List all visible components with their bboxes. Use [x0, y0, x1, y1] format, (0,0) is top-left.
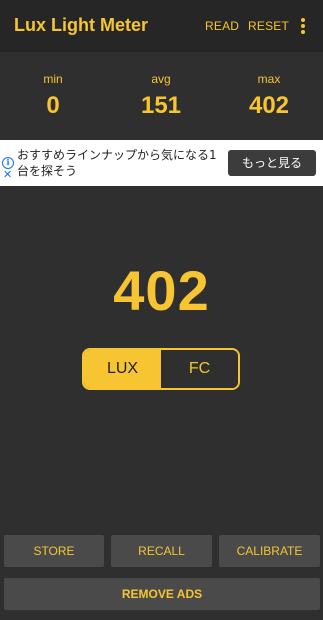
stat-avg-label: avg: [151, 72, 171, 86]
stat-max-label: max: [257, 72, 281, 86]
stat-min-value: 0: [46, 92, 60, 119]
stat-min: min 0: [23, 72, 83, 120]
unit-toggle: LUX FC: [82, 348, 240, 390]
lux-reading: 402: [113, 259, 210, 322]
unit-lux-button[interactable]: LUX: [84, 350, 161, 388]
stat-avg-value: 151: [140, 92, 182, 119]
ad-more-button[interactable]: もっと見る: [228, 150, 316, 176]
more-options-icon[interactable]: [296, 16, 310, 36]
stat-min-label: min: [43, 72, 63, 86]
stat-max: max 402: [239, 72, 299, 120]
ad-text[interactable]: おすすめラインナップから気になる1台を探そう: [17, 147, 222, 179]
close-icon[interactable]: ✕: [3, 170, 12, 181]
calibrate-button[interactable]: CALIBRATE: [219, 535, 320, 567]
store-button[interactable]: STORE: [4, 535, 104, 567]
info-icon[interactable]: i: [2, 157, 14, 169]
remove-ads-button[interactable]: REMOVE ADS: [4, 578, 320, 610]
stat-max-value: 402: [248, 92, 290, 119]
stats-panel: min 0 avg 151 max 402: [0, 52, 323, 140]
unit-fc-button[interactable]: FC: [161, 350, 238, 388]
reset-button[interactable]: RESET: [248, 19, 289, 33]
ad-banner[interactable]: i ✕ おすすめラインナップから気になる1台を探そう もっと見る: [0, 140, 323, 186]
stat-avg: avg 151: [131, 72, 191, 120]
app-title: Lux Light Meter: [14, 15, 148, 35]
app-toolbar: Lux Light Meter READ RESET: [0, 0, 323, 52]
recall-button[interactable]: RECALL: [111, 535, 212, 567]
read-button[interactable]: READ: [205, 19, 239, 33]
